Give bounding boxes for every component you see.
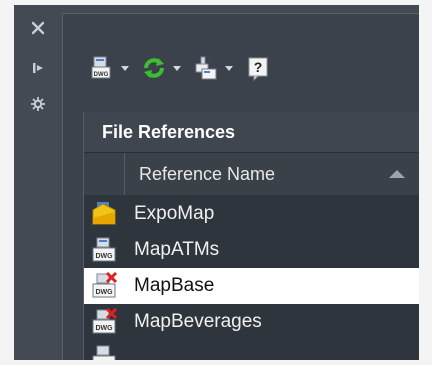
reference-list: ExpoMap DWG MapATMs DWG MapBase DWG MapB…	[84, 196, 419, 360]
list-item[interactable]: DWG MapATMs	[84, 232, 419, 268]
xref-toolbar: DWG ?	[89, 50, 283, 86]
list-item[interactable]: ExpoMap	[84, 196, 419, 232]
svg-text:DWG: DWG	[95, 325, 113, 332]
svg-text:DWG: DWG	[95, 289, 113, 296]
svg-text:DWG: DWG	[94, 72, 109, 78]
settings-icon[interactable]	[27, 93, 49, 115]
close-icon[interactable]	[27, 17, 49, 39]
column-title: Reference Name	[139, 164, 276, 184]
help-button[interactable]: ?	[245, 55, 271, 81]
attach-dwg-button[interactable]: DWG	[89, 55, 129, 81]
palette-title-strip	[14, 5, 61, 360]
host-drawing-icon	[92, 202, 116, 225]
column-gutter	[84, 153, 125, 195]
external-references-palette: DWG ? File References Reference Name Exp…	[14, 5, 419, 360]
reference-name: MapBeverages	[134, 311, 262, 332]
xref-panel: DWG ? File References Reference Name Exp…	[62, 13, 419, 360]
file-references-header[interactable]: File References	[84, 112, 419, 153]
pin-icon[interactable]	[27, 57, 49, 79]
change-path-icon	[195, 56, 217, 80]
dwg-file-icon	[92, 345, 116, 360]
reference-name: MapATMs	[134, 239, 220, 260]
refresh-icon	[144, 58, 164, 78]
dropdown-arrow-icon[interactable]	[121, 65, 129, 71]
reference-name: ExpoMap	[134, 203, 215, 224]
refresh-button[interactable]	[141, 55, 181, 81]
dwg-file-not-found-icon: DWG	[92, 308, 118, 334]
file-references-section: File References Reference Name ExpoMap D…	[83, 112, 419, 360]
attach-dwg-icon: DWG	[91, 56, 111, 79]
list-item[interactable]	[84, 340, 419, 360]
help-icon: ?	[248, 57, 268, 81]
sort-ascending-icon	[389, 170, 405, 178]
dwg-file-icon: DWG	[92, 237, 116, 262]
dwg-file-not-found-icon: DWG	[92, 272, 118, 298]
svg-text:?: ?	[254, 59, 263, 75]
reference-name-column-header[interactable]: Reference Name	[84, 153, 419, 195]
reference-name: MapBase	[134, 275, 215, 296]
list-item-selected[interactable]: DWG MapBase	[84, 268, 419, 304]
change-path-button[interactable]	[193, 55, 233, 81]
list-item[interactable]: DWG MapBeverages	[84, 304, 419, 340]
dropdown-arrow-icon[interactable]	[225, 65, 233, 71]
svg-text:DWG: DWG	[95, 253, 113, 260]
dropdown-arrow-icon[interactable]	[173, 65, 181, 71]
